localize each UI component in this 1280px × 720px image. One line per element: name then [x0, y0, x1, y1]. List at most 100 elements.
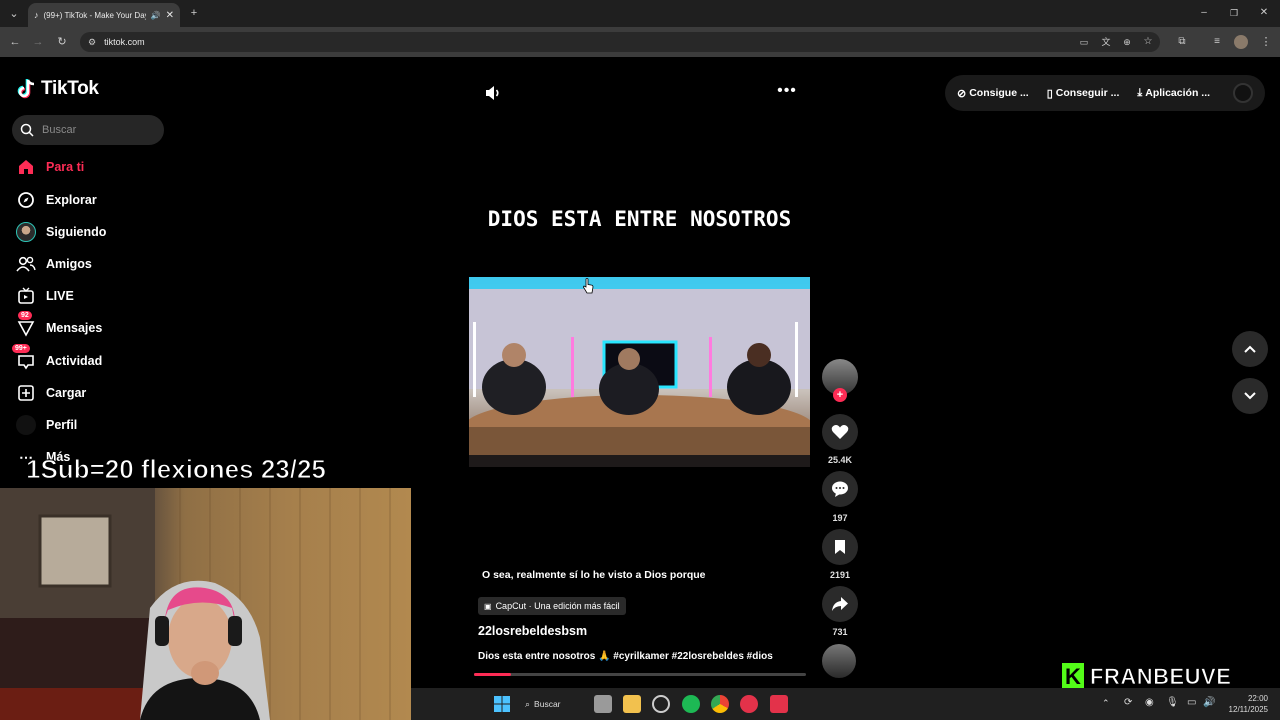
- taskbar-search-icon: ⌕: [525, 698, 531, 709]
- address-bar[interactable]: ⚙ tiktok.com: [80, 32, 1160, 52]
- tray-app-icon[interactable]: ◉: [1145, 697, 1154, 708]
- chevron-down-icon: [1244, 392, 1256, 400]
- sidebar-item-mensajes[interactable]: 92 Mensajes: [16, 311, 186, 340]
- download-app-button[interactable]: ⤓ Aplicación ...: [1137, 87, 1210, 100]
- inbox-icon: 99+: [12, 344, 36, 371]
- close-window-icon[interactable]: ✕: [1256, 6, 1272, 20]
- following-avatar: [16, 222, 36, 242]
- save-button[interactable]: [822, 529, 858, 565]
- messages-badge: 92: [18, 311, 32, 320]
- tray-expand-icon[interactable]: ⌃: [1102, 698, 1110, 709]
- taskbar-search[interactable]: ⌕ Buscar: [525, 695, 580, 713]
- streamer-name: FRANBEUVE: [1090, 664, 1232, 690]
- previous-video-button[interactable]: [1232, 331, 1268, 367]
- sidebar-item-explorar[interactable]: Explorar: [16, 188, 186, 212]
- sidebar-item-label: Amigos: [46, 257, 92, 271]
- cast-icon[interactable]: ▭: [1076, 35, 1092, 49]
- home-icon: [16, 157, 36, 177]
- video-author[interactable]: 22losrebeldesbsm: [478, 624, 587, 638]
- file-explorer-icon[interactable]: [623, 695, 641, 713]
- video-player[interactable]: [469, 277, 810, 467]
- bookmark-icon: [835, 540, 845, 554]
- extensions-icon[interactable]: ⧉: [1174, 35, 1190, 49]
- microphone-icon[interactable]: 🎙: [1166, 697, 1179, 708]
- friends-icon: [16, 254, 36, 274]
- sidebar-item-live[interactable]: LIVE: [16, 284, 186, 308]
- like-count: 25.4K: [827, 455, 853, 465]
- tab-title: (99+) TikTok - Make Your Day: [43, 10, 146, 20]
- clock-time: 22:00: [1247, 694, 1268, 703]
- audio-playing-icon[interactable]: 🔊: [151, 11, 161, 20]
- sidebar-item-label: Siguiendo: [46, 225, 107, 239]
- browser-menu-icon[interactable]: ⋮: [1258, 35, 1274, 49]
- share-button[interactable]: [822, 586, 858, 622]
- windows-start-icon[interactable]: [494, 696, 510, 712]
- comment-button[interactable]: [822, 471, 858, 507]
- reload-icon[interactable]: ↻: [54, 35, 70, 49]
- tiktok-app-icon[interactable]: [770, 695, 788, 713]
- get-app-button[interactable]: ▯ Conseguir ...: [1047, 87, 1120, 100]
- video-subtitle: O sea, realmente sí lo he visto a Dios p…: [482, 569, 706, 581]
- new-tab-icon[interactable]: +: [186, 6, 202, 20]
- mouse-cursor-icon: [583, 278, 594, 294]
- sidebar-item-para-ti[interactable]: Para ti: [16, 155, 186, 179]
- sidebar-item-label: Cargar: [46, 386, 87, 400]
- bookmark-star-icon[interactable]: ☆: [1140, 35, 1156, 49]
- messages-icon: 92: [16, 311, 36, 338]
- close-tab-icon[interactable]: ✕: [166, 10, 174, 21]
- sidebar-item-label: LIVE: [46, 289, 74, 303]
- network-icon[interactable]: ▭: [1187, 697, 1196, 708]
- url-text: tiktok.com: [104, 37, 145, 47]
- volume-icon[interactable]: 🔊: [1203, 697, 1215, 708]
- share-count: 731: [832, 627, 848, 637]
- video-progress-fill: [474, 673, 511, 676]
- sidebar-item-siguiendo[interactable]: Siguiendo: [16, 220, 186, 244]
- profile-avatar: [16, 415, 36, 435]
- tiktok-logo[interactable]: TikTok: [17, 78, 99, 100]
- translate-icon[interactable]: 文: [1098, 35, 1114, 49]
- logo-text: TikTok: [41, 78, 99, 99]
- activity-badge: 99+: [12, 344, 30, 353]
- video-progress-bar[interactable]: [474, 673, 806, 676]
- sidebar-item-amigos[interactable]: Amigos: [16, 252, 186, 276]
- restore-icon[interactable]: ❐: [1226, 6, 1242, 20]
- share-arrow-icon: [832, 597, 848, 611]
- zoom-icon[interactable]: ⊕: [1119, 35, 1135, 49]
- sidebar-item-label: Para ti: [46, 160, 85, 174]
- get-coins-button[interactable]: ⊘ Consigue ...: [957, 87, 1029, 100]
- taskbar-clock[interactable]: 22:00 12/11/2025: [1224, 693, 1268, 715]
- minimize-icon[interactable]: –: [1196, 6, 1212, 20]
- sidebar-item-perfil[interactable]: Perfil: [16, 413, 186, 437]
- forward-icon[interactable]: →: [30, 35, 46, 49]
- steam-icon[interactable]: [652, 695, 670, 713]
- speaker-icon: [486, 86, 499, 100]
- site-info-icon[interactable]: ⚙: [88, 37, 96, 48]
- search-box[interactable]: [12, 115, 164, 145]
- like-button[interactable]: [822, 414, 858, 450]
- sidebar-item-label: Mensajes: [46, 321, 103, 335]
- tray-sync-icon[interactable]: ⟳: [1124, 697, 1132, 708]
- sound-toggle-button[interactable]: [484, 84, 504, 104]
- app-icon[interactable]: [740, 695, 758, 713]
- heart-icon: [831, 425, 849, 439]
- capcut-tag[interactable]: ▣ CapCut · Una edición más fácil: [478, 597, 626, 615]
- browser-tab[interactable]: ♪ (99+) TikTok - Make Your Day 🔊 ✕: [28, 3, 180, 27]
- chrome-icon[interactable]: [711, 695, 729, 713]
- user-avatar[interactable]: [1233, 83, 1253, 103]
- tab-search-icon[interactable]: ⌄: [6, 7, 22, 21]
- task-view-icon[interactable]: [594, 695, 612, 713]
- sidebar-item-cargar[interactable]: Cargar: [16, 381, 186, 405]
- back-icon[interactable]: ←: [7, 35, 23, 49]
- search-input[interactable]: [42, 124, 152, 136]
- sidebar-item-actividad[interactable]: 99+ Actividad: [12, 344, 186, 373]
- sidebar-item-label: Perfil: [46, 418, 78, 432]
- phone-icon: ▯: [1046, 87, 1053, 100]
- browser-profile-avatar[interactable]: [1234, 35, 1248, 49]
- media-control-icon[interactable]: ≡: [1209, 35, 1225, 49]
- more-options-button[interactable]: •••: [776, 83, 798, 102]
- music-disc-avatar[interactable]: [822, 644, 856, 678]
- sidebar-item-label: Actividad: [46, 354, 103, 368]
- spotify-icon[interactable]: [682, 695, 700, 713]
- follow-plus-icon[interactable]: +: [833, 388, 847, 402]
- next-video-button[interactable]: [1232, 378, 1268, 414]
